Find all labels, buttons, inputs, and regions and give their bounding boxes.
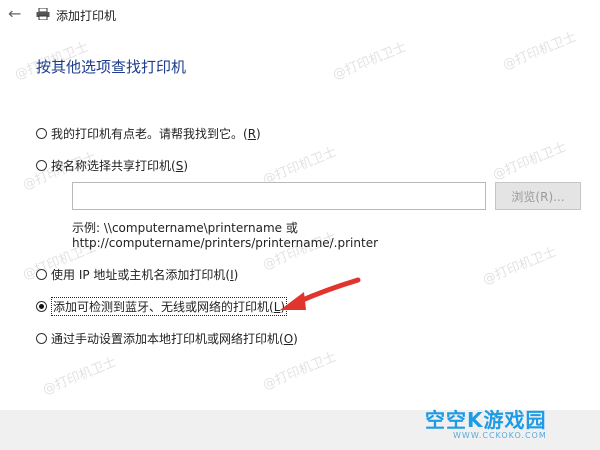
watermark: @打印机卫士 [500,29,579,73]
logo-subtext: WWW.CCKOKO.COM [453,431,547,440]
example-text-line2: http://computername/printers/printername… [72,236,379,250]
site-logo: 空空K游戏园 WWW.CCKOKO.COM [423,402,583,448]
radio-bluetooth-wireless[interactable]: 添加可检测到蓝牙、无线或网络的打印机(L) [36,297,288,316]
printer-icon [36,8,50,20]
watermark: @打印机卫士 [260,349,339,393]
radio-button[interactable] [36,128,47,139]
watermark: @打印机卫士 [490,139,569,183]
title-bar: ← 添加打印机 [0,0,600,30]
shared-printer-name-input[interactable] [72,182,486,210]
logo-text: 空空K游戏园 [425,408,547,432]
radio-button[interactable] [36,269,47,280]
watermark: @打印机卫士 [330,39,409,83]
radio-ip-hostname[interactable]: 使用 IP 地址或主机名添加打印机(I) [36,266,238,283]
watermark: @打印机卫士 [40,354,119,398]
page-heading: 按其他选项查找打印机 [36,58,187,76]
option-label: 按名称选择共享打印机(S) [51,159,188,173]
radio-shared-printer[interactable]: 按名称选择共享打印机(S) [36,157,188,174]
radio-button[interactable] [36,333,47,344]
window-title: 添加打印机 [56,9,117,23]
red-arrow-annotation-icon [280,277,361,310]
radio-button[interactable] [36,160,47,171]
example-text-line1: 示例: \\computername\printername 或 [72,221,298,235]
radio-old-printer[interactable]: 我的打印机有点老。请帮我找到它。(R) [36,125,261,142]
radio-button-checked[interactable] [36,301,47,312]
watermark: @打印机卫士 [480,244,559,288]
browse-button[interactable]: 浏览(R)... [495,182,581,210]
watermark: @打印机卫士 [260,144,339,188]
option-label: 添加可检测到蓝牙、无线或网络的打印机(L) [51,297,288,316]
option-label: 我的打印机有点老。请帮我找到它。(R) [51,127,261,141]
option-label: 使用 IP 地址或主机名添加打印机(I) [51,268,239,282]
option-label: 通过手动设置添加本地打印机或网络打印机(O) [51,332,298,346]
arrow-left-icon[interactable]: ← [8,4,21,23]
radio-manual-setup[interactable]: 通过手动设置添加本地打印机或网络打印机(O) [36,330,298,347]
